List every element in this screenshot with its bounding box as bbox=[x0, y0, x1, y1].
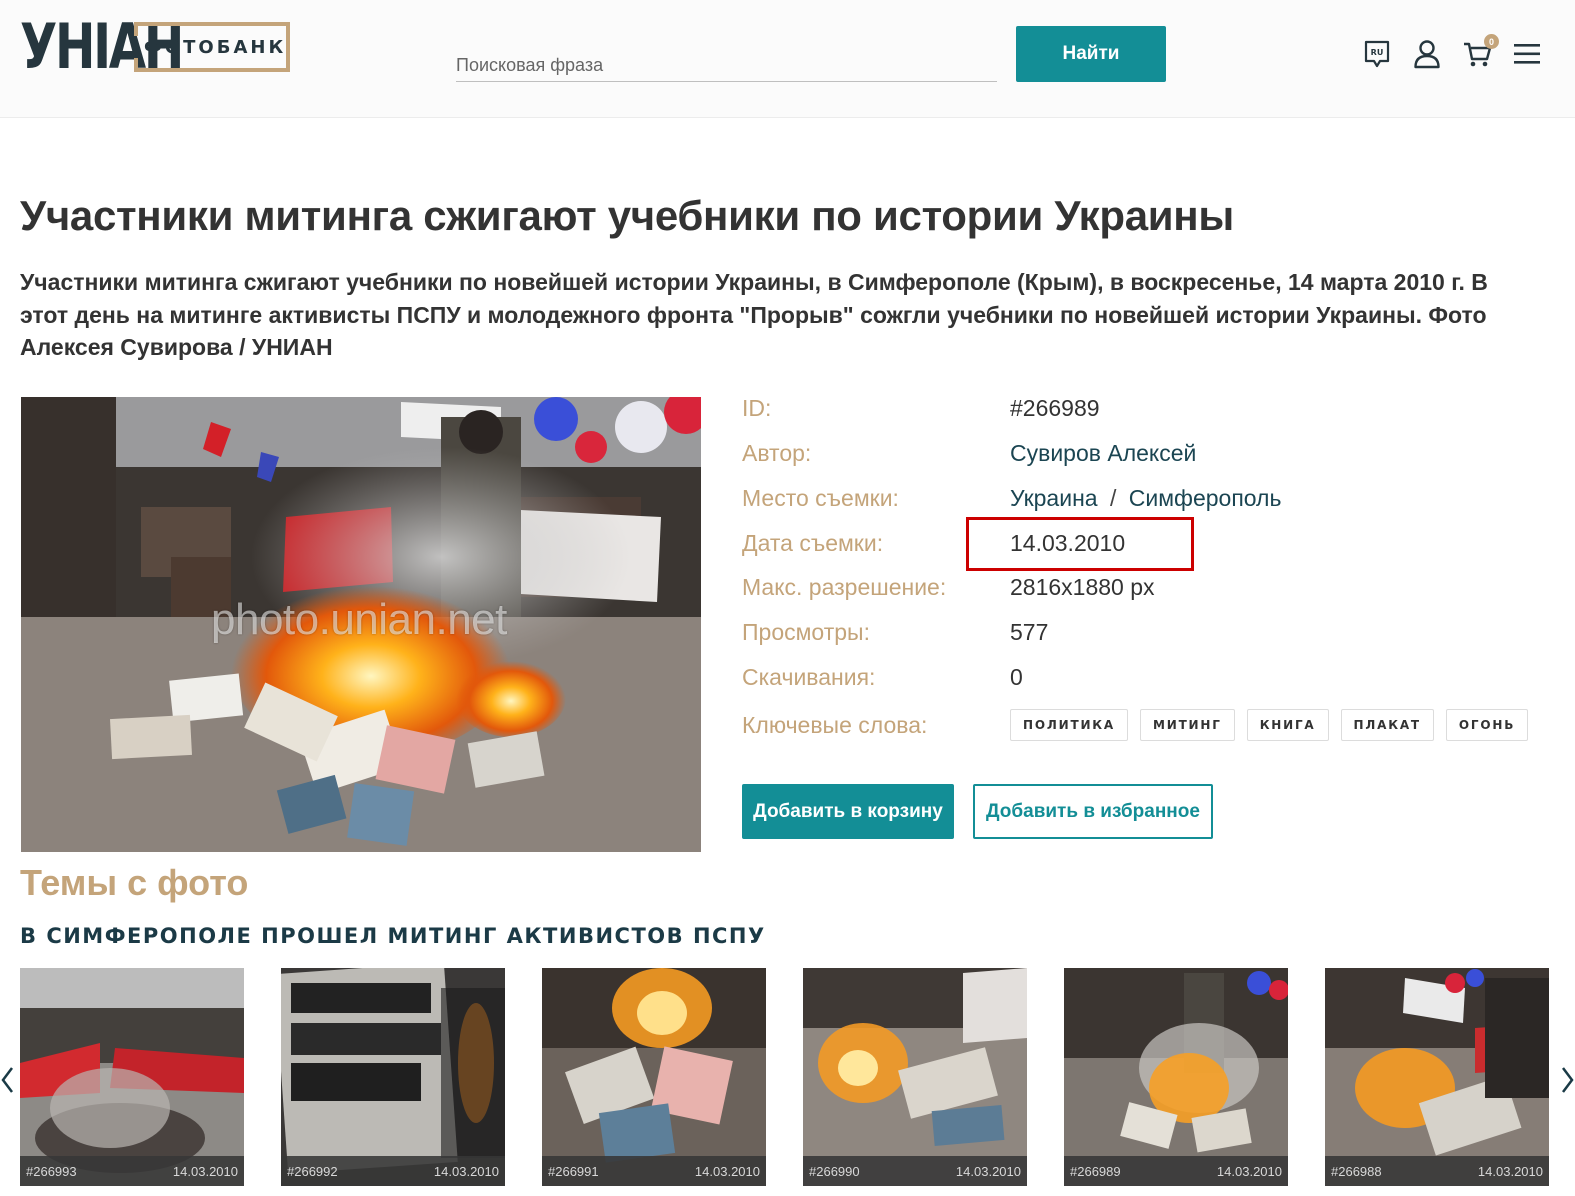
keywords-label: Ключевые слова: bbox=[742, 711, 928, 738]
thumbnail-id: #266988 bbox=[1331, 1163, 1382, 1179]
page-title: Участники митинга сжигают учебники по ис… bbox=[20, 192, 1234, 239]
resolution-value: 2816x1880 px bbox=[1010, 573, 1155, 600]
thumbnail-image bbox=[20, 968, 244, 1186]
site-header: УНІАН ФОТОБАНК Найти RU 0 bbox=[0, 0, 1575, 118]
keyword-tag[interactable]: КНИГА bbox=[1246, 709, 1329, 741]
site-logo[interactable]: УНІАН ФОТОБАНК bbox=[20, 10, 291, 83]
thumbnail-image bbox=[1064, 968, 1288, 1186]
thumbnail-info-bar: #266992 14.03.2010 bbox=[281, 1156, 505, 1186]
thumbnail-card[interactable]: #266993 14.03.2010 bbox=[20, 968, 244, 1186]
id-value: #266989 bbox=[1010, 394, 1100, 421]
downloads-label: Скачивания: bbox=[742, 663, 876, 690]
carousel-prev-button[interactable] bbox=[0, 1060, 16, 1100]
thumbnail-info-bar: #266990 14.03.2010 bbox=[803, 1156, 1027, 1186]
thumbnail-id: #266990 bbox=[809, 1163, 860, 1179]
thumbnail-card[interactable]: #266991 14.03.2010 bbox=[542, 968, 766, 1186]
info-row-keywords: Ключевые слова: ПОЛИТИКА МИТИНГ КНИГА ПЛ… bbox=[742, 707, 1529, 743]
thumbnail-image bbox=[803, 968, 1027, 1186]
chevron-right-icon bbox=[1562, 1067, 1574, 1093]
menu-icon bbox=[1514, 44, 1540, 64]
place-country-link[interactable]: Украина bbox=[1010, 485, 1098, 511]
date-highlight-box bbox=[966, 517, 1194, 571]
thumbnail-info-bar: #266991 14.03.2010 bbox=[542, 1156, 766, 1186]
views-label: Просмотры: bbox=[742, 618, 870, 645]
thumbnail-date: 14.03.2010 bbox=[1216, 1163, 1282, 1179]
info-row-id: ID: #266989 bbox=[742, 393, 1100, 423]
keyword-tag[interactable]: МИТИНГ bbox=[1139, 709, 1235, 741]
thumbnail-info-bar: #266989 14.03.2010 bbox=[1064, 1156, 1288, 1186]
place-separator: / bbox=[1109, 484, 1117, 511]
thumbnail-card[interactable]: #266992 14.03.2010 bbox=[281, 968, 505, 1186]
search-button[interactable]: Найти bbox=[1016, 26, 1166, 82]
thumbnail-info-bar: #266988 14.03.2010 bbox=[1325, 1156, 1549, 1186]
language-icon: RU bbox=[1364, 40, 1390, 68]
cart-count-badge: 0 bbox=[1484, 34, 1499, 49]
menu-button[interactable] bbox=[1511, 38, 1543, 70]
keyword-tags: ПОЛИТИКА МИТИНГ КНИГА ПЛАКАТ ОГОНЬ bbox=[1010, 709, 1529, 741]
cart-button[interactable]: 0 bbox=[1461, 34, 1499, 70]
search-input[interactable] bbox=[456, 40, 997, 82]
id-label: ID: bbox=[742, 394, 772, 421]
thumbnail-date: 14.03.2010 bbox=[433, 1163, 499, 1179]
theme-heading-link[interactable]: В Симферополе прошел митинг активистов П… bbox=[20, 924, 766, 948]
thumbnail-date: 14.03.2010 bbox=[1477, 1163, 1543, 1179]
main-photo[interactable]: photo.unian.net bbox=[21, 397, 701, 852]
resolution-label: Макс. разрешение: bbox=[742, 573, 947, 600]
thumbnail-card[interactable]: #266989 14.03.2010 bbox=[1064, 968, 1288, 1186]
keyword-tag[interactable]: ОГОНЬ bbox=[1445, 709, 1529, 741]
language-code: RU bbox=[1371, 48, 1384, 57]
info-row-downloads: Скачивания: 0 bbox=[742, 662, 1023, 692]
thumbnail-id: #266992 bbox=[287, 1163, 338, 1179]
language-switch[interactable]: RU bbox=[1361, 38, 1393, 70]
thumbnail-image bbox=[1325, 968, 1549, 1186]
thumbnail-id: #266989 bbox=[1070, 1163, 1121, 1179]
add-to-favorites-button[interactable]: Добавить в избранное bbox=[973, 784, 1213, 839]
photo-description: Участники митинга сжигают учебники по но… bbox=[20, 269, 1488, 360]
chevron-left-icon bbox=[1, 1067, 13, 1093]
logo-photobank: ФОТОБАНК bbox=[133, 22, 291, 72]
place-city-link[interactable]: Симферополь bbox=[1129, 485, 1282, 511]
photo-watermark: photo.unian.net bbox=[211, 595, 507, 644]
thumbnail-date: 14.03.2010 bbox=[694, 1163, 760, 1179]
thumbnail-id: #266991 bbox=[548, 1163, 599, 1179]
thumbnail-date: 14.03.2010 bbox=[955, 1163, 1021, 1179]
info-row-place: Место съемки: Украина / Симферополь bbox=[742, 483, 1281, 513]
thumbnail-id: #266993 bbox=[26, 1163, 77, 1179]
user-icon bbox=[1414, 40, 1440, 69]
views-value: 577 bbox=[1010, 618, 1049, 645]
themes-title: Темы с фото bbox=[20, 862, 249, 903]
thumbnail-card[interactable]: #266990 14.03.2010 bbox=[803, 968, 1027, 1186]
info-row-author: Автор: Сувиров Алексей bbox=[742, 438, 1196, 468]
thumbnail-date: 14.03.2010 bbox=[172, 1163, 238, 1179]
thumbnail-card[interactable]: #266988 14.03.2010 bbox=[1325, 968, 1549, 1186]
keyword-tag[interactable]: ПОЛИТИКА bbox=[1010, 709, 1128, 741]
info-row-views: Просмотры: 577 bbox=[742, 617, 1048, 647]
carousel-next-button[interactable] bbox=[1559, 1060, 1575, 1100]
thumbnail-image bbox=[542, 968, 766, 1186]
downloads-value: 0 bbox=[1010, 663, 1023, 690]
place-label: Место съемки: bbox=[742, 484, 899, 511]
logo-wordmark: УНІАН bbox=[20, 10, 184, 83]
thumbnail-info-bar: #266993 14.03.2010 bbox=[20, 1156, 244, 1186]
account-button[interactable] bbox=[1411, 38, 1443, 70]
author-link[interactable]: Сувиров Алексей bbox=[1010, 440, 1196, 466]
thumbnail-image bbox=[281, 968, 505, 1186]
info-row-resolution: Макс. разрешение: 2816x1880 px bbox=[742, 572, 1155, 602]
add-to-cart-button[interactable]: Добавить в корзину bbox=[742, 784, 954, 839]
keyword-tag[interactable]: ПЛАКАТ bbox=[1340, 709, 1434, 741]
author-label: Автор: bbox=[742, 439, 812, 466]
